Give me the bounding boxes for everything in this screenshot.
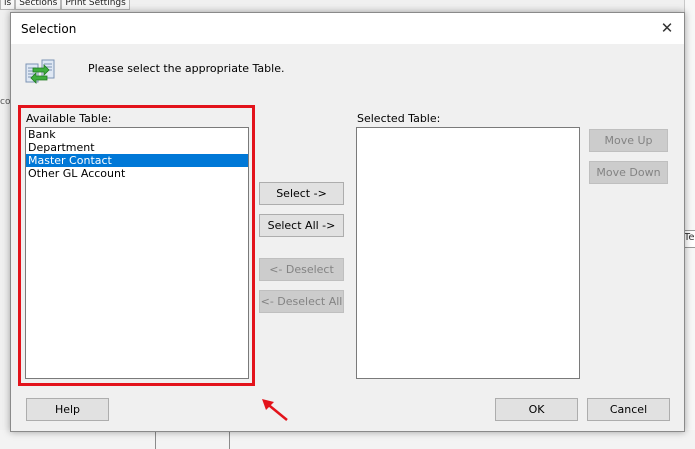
ok-button[interactable]: OK (495, 398, 578, 421)
help-button[interactable]: Help (26, 398, 109, 421)
select-all-button[interactable]: Select All -> (259, 214, 344, 237)
move-down-button[interactable]: Move Down (589, 161, 668, 184)
dialog-title: Selection (21, 22, 77, 36)
dialog-titlebar[interactable]: Selection ✕ (11, 13, 684, 44)
background-tab[interactable]: ls (0, 0, 16, 10)
close-button[interactable]: ✕ (656, 18, 678, 38)
background-tab[interactable]: Print Settings (61, 0, 130, 10)
background-tab[interactable]: Sections (15, 0, 62, 10)
background-divider (229, 430, 230, 449)
table-transfer-icon (24, 56, 56, 88)
background-divider (155, 430, 156, 449)
selection-dialog: Selection ✕ Please select the appropriat… (10, 12, 685, 432)
highlight-box (18, 105, 255, 386)
select-button[interactable]: Select -> (259, 182, 344, 205)
cancel-button[interactable]: Cancel (587, 398, 670, 421)
selected-table-label: Selected Table: (357, 112, 441, 125)
background-text-fragment: co (0, 97, 11, 107)
red-arrow-icon (259, 397, 291, 423)
close-icon: ✕ (660, 19, 674, 37)
deselect-all-button[interactable]: <- Deselect All (259, 290, 344, 313)
background-right-panel (684, 0, 695, 449)
background-tabs: ls Sections Print Settings (0, 0, 130, 10)
move-up-button[interactable]: Move Up (589, 129, 668, 152)
deselect-button[interactable]: <- Deselect (259, 258, 344, 281)
background-bottom-strip (0, 430, 695, 449)
selected-table-list[interactable] (356, 127, 580, 379)
instruction-text: Please select the appropriate Table. (88, 62, 285, 75)
